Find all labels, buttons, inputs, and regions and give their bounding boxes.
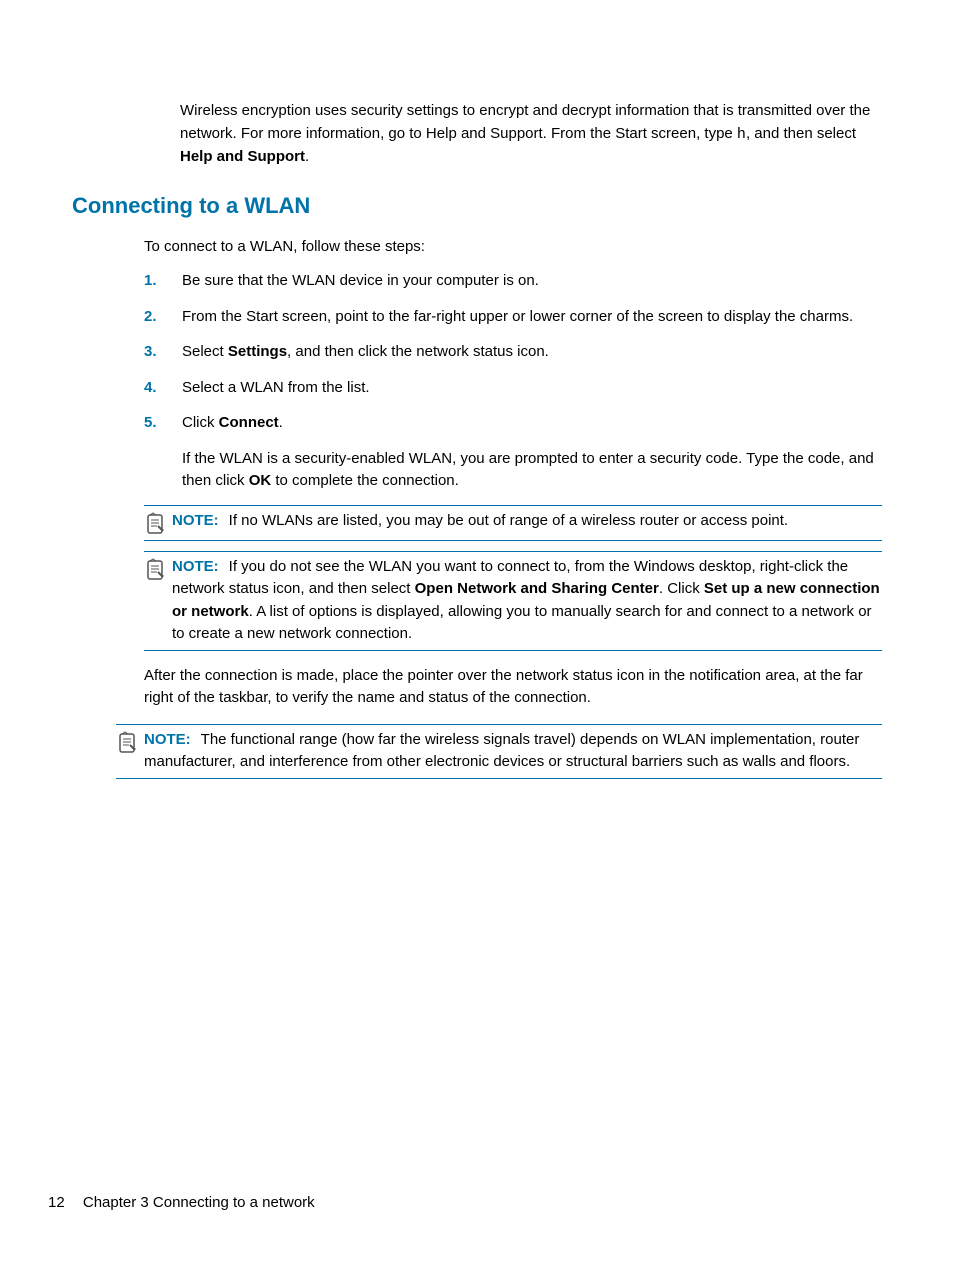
section-heading: Connecting to a WLAN — [72, 189, 882, 222]
after-connection-para: After the connection is made, place the … — [144, 665, 882, 710]
note-label: NOTE: — [144, 731, 191, 748]
note-block-1: NOTE: If no WLANs are listed, you may be … — [144, 505, 882, 541]
note-label: NOTE: — [172, 512, 219, 529]
note-text: If no WLANs are listed, you may be out o… — [229, 512, 788, 529]
page-footer: 12 Chapter 3 Connecting to a network — [48, 1192, 315, 1215]
note-label: NOTE: — [172, 558, 219, 575]
step-1: 1. Be sure that the WLAN device in your … — [144, 270, 882, 293]
step-number: 5. — [144, 412, 182, 435]
step-text: From the Start screen, point to the far-… — [182, 306, 882, 329]
step-number: 4. — [144, 377, 182, 400]
intro-body-para: To connect to a WLAN, follow these steps… — [144, 236, 882, 259]
step-3: 3. Select Settings, and then click the n… — [144, 341, 882, 364]
note-block-2: NOTE:If you do not see the WLAN you want… — [144, 551, 882, 651]
note-icon — [116, 731, 140, 755]
page-content: Wireless encryption uses security settin… — [0, 0, 954, 779]
note-content: NOTE:The functional range (how far the w… — [144, 729, 882, 774]
step-text: Select a WLAN from the list. — [182, 377, 882, 400]
intro-end: . — [305, 148, 309, 165]
step-5-extra: If the WLAN is a security-enabled WLAN, … — [182, 448, 882, 493]
step-4: 4. Select a WLAN from the list. — [144, 377, 882, 400]
intro-mono: h — [737, 126, 746, 143]
note-text: The functional range (how far the wirele… — [144, 731, 859, 771]
step-text: Select Settings, and then click the netw… — [182, 341, 882, 364]
step-text: Click Connect. — [182, 412, 882, 435]
page-number: 12 — [48, 1194, 65, 1211]
note-block-3: NOTE:The functional range (how far the w… — [116, 724, 882, 779]
step-number: 3. — [144, 341, 182, 364]
note-icon — [144, 512, 168, 536]
step-text: Be sure that the WLAN device in your com… — [182, 270, 882, 293]
note-icon — [144, 558, 168, 582]
intro-bold: Help and Support — [180, 148, 305, 165]
note-content: NOTE:If you do not see the WLAN you want… — [172, 556, 882, 646]
chapter-title: Chapter 3 Connecting to a network — [83, 1194, 315, 1211]
steps-list: 1. Be sure that the WLAN device in your … — [144, 270, 882, 435]
intro-text-after: , and then select — [746, 125, 856, 142]
note-content: NOTE: If no WLANs are listed, you may be … — [172, 510, 882, 533]
step-number: 1. — [144, 270, 182, 293]
step-5: 5. Click Connect. — [144, 412, 882, 435]
step-number: 2. — [144, 306, 182, 329]
intro-paragraph: Wireless encryption uses security settin… — [180, 100, 882, 169]
step-2: 2. From the Start screen, point to the f… — [144, 306, 882, 329]
